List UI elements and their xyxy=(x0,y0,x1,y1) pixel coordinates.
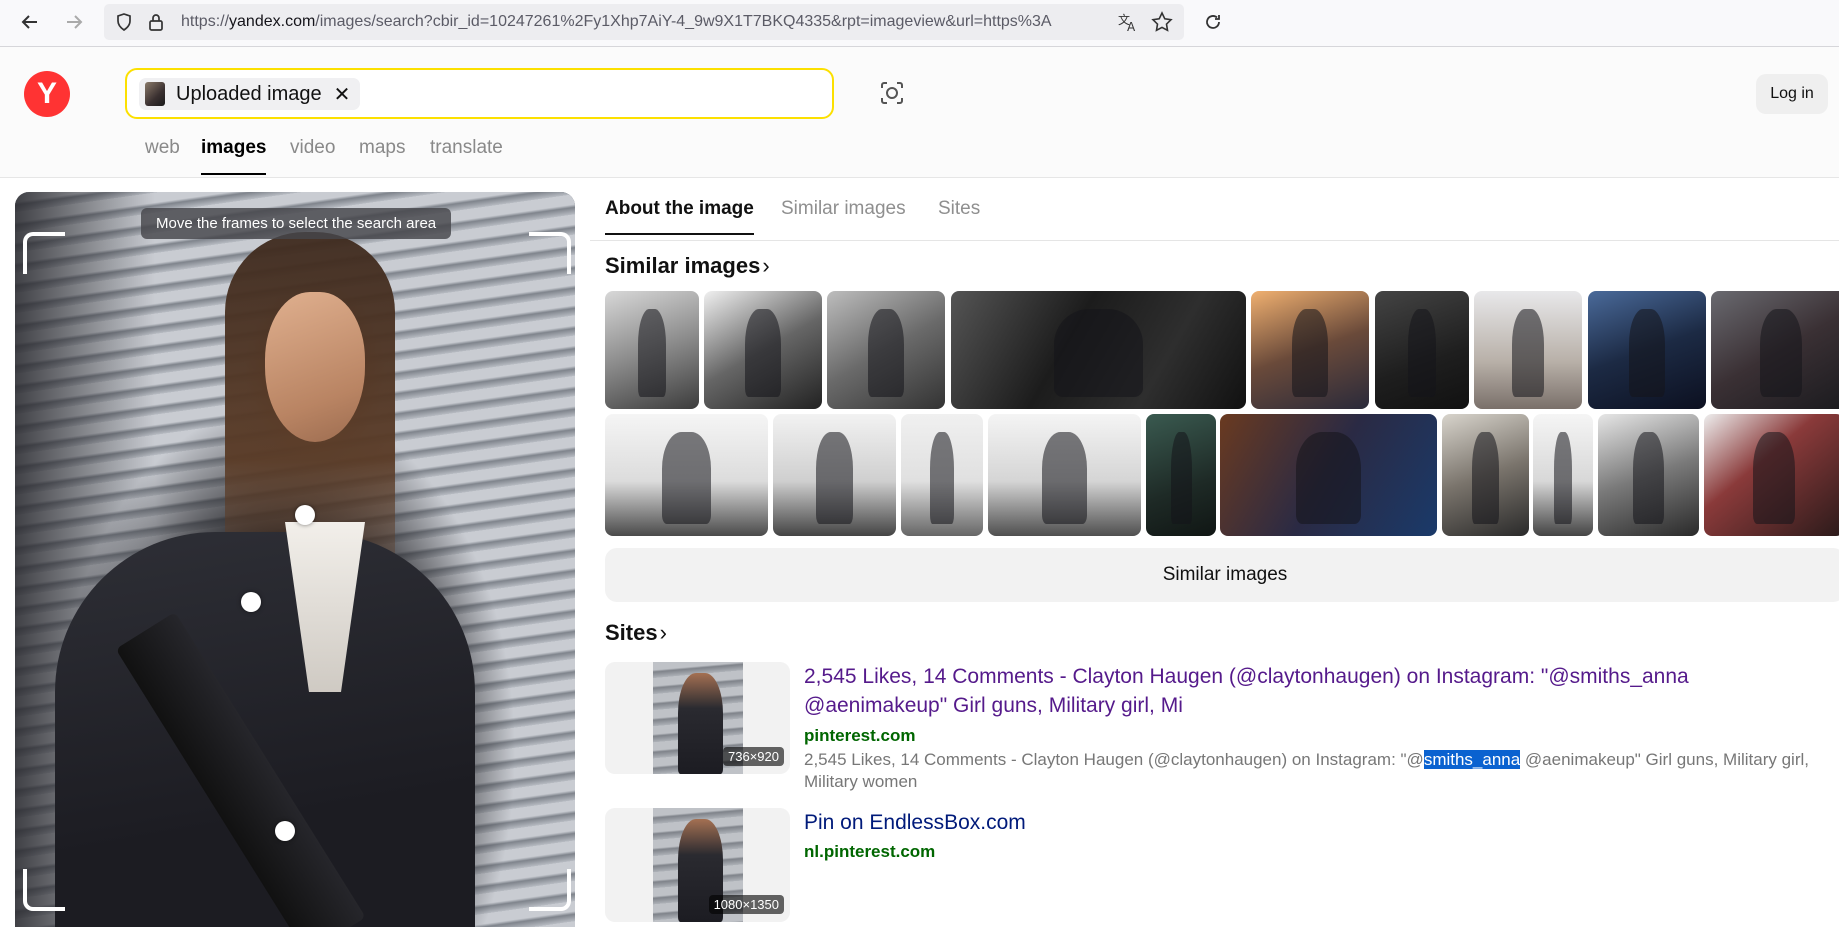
similar-image-thumbnail[interactable] xyxy=(1533,414,1593,536)
results-panel: About the image Similar images Sites Sim… xyxy=(590,177,1839,927)
image-crop-panel[interactable]: Move the frames to select the search are… xyxy=(15,192,575,927)
crop-frame-top-left-handle[interactable] xyxy=(23,232,65,274)
description-text: 2,545 Likes, 14 Comments - Clayton Hauge… xyxy=(804,750,1424,769)
crop-hint-tooltip: Move the frames to select the search are… xyxy=(141,208,452,239)
camera-search-icon[interactable] xyxy=(877,78,907,108)
object-hotspot-dot[interactable] xyxy=(295,505,315,525)
browser-toolbar: https://yandex.com/images/search?cbir_id… xyxy=(0,0,1839,47)
site-header: Y Uploaded image ✕ Log in web images vid… xyxy=(0,47,1839,178)
similar-images-heading[interactable]: Similar images› xyxy=(605,253,770,279)
similar-image-thumbnail[interactable] xyxy=(1598,414,1699,536)
tab-similar-images[interactable]: Similar images xyxy=(781,198,906,233)
close-icon[interactable]: ✕ xyxy=(334,82,351,107)
photo-subject-face xyxy=(265,292,365,442)
object-hotspot-dot[interactable] xyxy=(275,821,295,841)
sites-heading[interactable]: Sites› xyxy=(605,620,667,646)
tab-maps[interactable]: maps xyxy=(359,137,405,173)
chevron-right-icon: › xyxy=(762,253,770,278)
svg-text:A: A xyxy=(1127,20,1136,33)
tab-images[interactable]: images xyxy=(201,137,267,175)
similar-image-thumbnail[interactable] xyxy=(1704,414,1839,536)
similar-image-thumbnail[interactable] xyxy=(1588,291,1706,409)
tabs-divider xyxy=(590,240,1839,241)
similar-image-thumbnail[interactable] xyxy=(773,414,896,536)
translate-icon[interactable]: 文A xyxy=(1117,11,1139,38)
shield-icon[interactable] xyxy=(114,12,134,37)
site-result-description: 2,545 Likes, 14 Comments - Clayton Hauge… xyxy=(804,749,1839,793)
lock-icon[interactable] xyxy=(146,12,166,37)
login-button[interactable]: Log in xyxy=(1756,74,1828,114)
site-result-thumbnail[interactable]: 1080×1350 xyxy=(605,808,790,922)
site-result-thumbnail[interactable]: 736×920 xyxy=(605,662,790,774)
url-prefix: https:// xyxy=(181,13,230,30)
image-dimensions-badge: 736×920 xyxy=(723,747,784,766)
crop-frame-top-right-handle[interactable] xyxy=(529,232,571,274)
back-icon[interactable] xyxy=(16,8,44,36)
url-path: /images/search?cbir_id=10247261%2Fy1Xhp7… xyxy=(315,13,1052,30)
chip-label: Uploaded image xyxy=(176,82,322,105)
object-hotspot-dot[interactable] xyxy=(241,592,261,612)
similar-image-thumbnail[interactable] xyxy=(1375,291,1469,409)
similar-image-thumbnail[interactable] xyxy=(1711,291,1839,409)
similar-image-thumbnail[interactable] xyxy=(1442,414,1529,536)
search-box[interactable]: Uploaded image ✕ xyxy=(125,68,834,119)
similar-image-thumbnail[interactable] xyxy=(1474,291,1582,409)
tab-web[interactable]: web xyxy=(145,137,180,173)
similar-image-thumbnail[interactable] xyxy=(704,291,822,409)
tab-about-the-image[interactable]: About the image xyxy=(605,198,754,235)
reload-icon[interactable] xyxy=(1199,8,1227,36)
url-domain: yandex.com xyxy=(229,13,316,30)
similar-image-thumbnail[interactable] xyxy=(1146,414,1216,536)
uploaded-image-thumbnail xyxy=(145,82,165,106)
bookmark-star-icon[interactable] xyxy=(1151,11,1173,38)
similar-image-thumbnail[interactable] xyxy=(827,291,945,409)
chevron-right-icon: › xyxy=(659,620,667,645)
forward-icon[interactable] xyxy=(60,8,88,36)
site-result-host-link[interactable]: nl.pinterest.com xyxy=(804,842,935,862)
uploaded-image-chip[interactable]: Uploaded image ✕ xyxy=(139,78,361,110)
tab-sites[interactable]: Sites xyxy=(938,198,980,233)
similar-image-thumbnail[interactable] xyxy=(951,291,1246,409)
site-result-title-link[interactable]: 2,545 Likes, 14 Comments - Clayton Hauge… xyxy=(804,662,1804,720)
similar-image-thumbnail[interactable] xyxy=(605,291,699,409)
similar-image-thumbnail[interactable] xyxy=(1251,291,1369,409)
similar-image-thumbnail[interactable] xyxy=(1220,414,1437,536)
site-result-host-link[interactable]: pinterest.com xyxy=(804,726,915,746)
similar-image-thumbnail[interactable] xyxy=(901,414,983,536)
highlighted-selection: smiths_anna xyxy=(1423,750,1521,769)
similar-images-heading-text: Similar images xyxy=(605,253,761,278)
tab-video[interactable]: video xyxy=(290,137,335,173)
crop-frame-bottom-left-handle[interactable] xyxy=(23,869,65,911)
yandex-logo[interactable]: Y xyxy=(24,71,70,117)
crop-frame-bottom-right-handle[interactable] xyxy=(529,869,571,911)
sites-heading-text: Sites xyxy=(605,620,658,645)
site-result-title-link[interactable]: Pin on EndlessBox.com xyxy=(804,808,1026,837)
similar-image-thumbnail[interactable] xyxy=(605,414,768,536)
url-text[interactable]: https://yandex.com/images/search?cbir_id… xyxy=(181,4,1111,40)
address-bar[interactable]: https://yandex.com/images/search?cbir_id… xyxy=(104,4,1184,40)
image-dimensions-badge: 1080×1350 xyxy=(708,895,784,914)
tab-translate[interactable]: translate xyxy=(430,137,503,173)
similar-images-button[interactable]: Similar images xyxy=(605,548,1839,602)
similar-image-thumbnail[interactable] xyxy=(988,414,1141,536)
logo-letter: Y xyxy=(36,77,57,110)
